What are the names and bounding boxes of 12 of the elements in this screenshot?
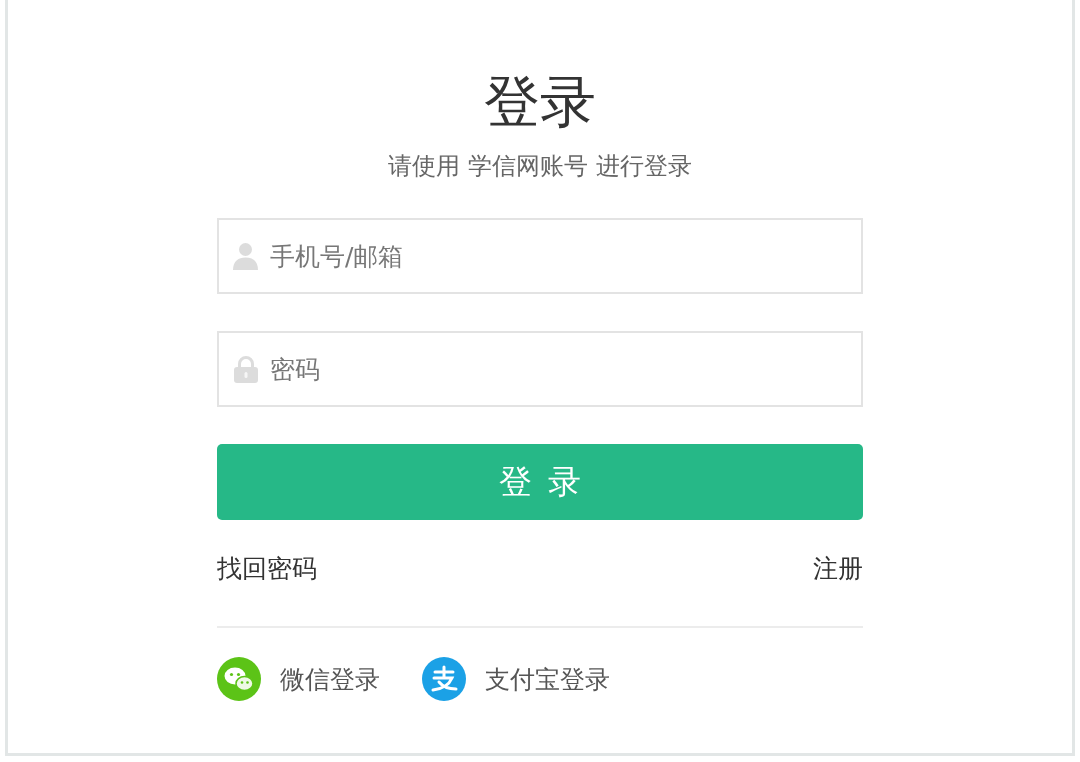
page-title: 登录 <box>484 72 596 132</box>
forgot-password-link[interactable]: 找回密码 <box>217 554 317 584</box>
subtitle: 请使用 学信网账号 进行登录 <box>388 152 692 180</box>
alipay-login-link[interactable]: 支付宝登录 <box>422 657 610 701</box>
input-field[interactable]: 手机号/邮箱 <box>217 218 863 294</box>
wechat-login-link[interactable]: 微信登录 <box>217 657 380 701</box>
lock-icon <box>233 355 259 383</box>
input-field[interactable]: 密码 <box>217 331 863 407</box>
register-link[interactable]: 注册 <box>813 554 863 584</box>
person-icon <box>233 242 258 270</box>
speech-bubbles-icon <box>217 657 261 701</box>
alipay-logo-icon <box>422 657 466 701</box>
